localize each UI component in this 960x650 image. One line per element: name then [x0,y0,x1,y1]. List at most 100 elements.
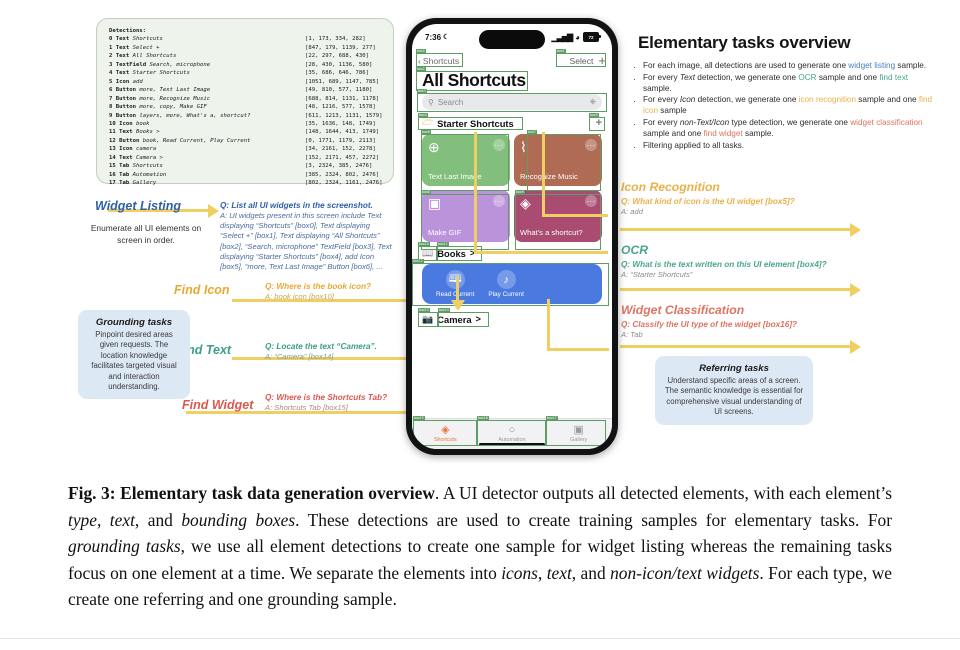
qa-question: Q: What kind of icon is the UI widget [b… [621,197,795,206]
overview-bullets: For each image, all detections are used … [633,60,933,151]
label-widget-listing: Widget Listing [95,199,181,213]
detection-row: 8 Button more, copy, Make GIF [48, 1216, … [109,104,376,111]
detection-row: 15 Tab Shortcuts [3, 2324, 385, 2476] [109,163,373,170]
qa-question: Q: Where is the Shortcuts Tab? [265,393,388,402]
figure-diagram: Detections: 0 Text Shortcuts [1, 173, 334… [0,0,960,465]
label-icon-recognition: Icon Recognition [621,180,720,194]
qa-answer: A: UI widgets present in this screen inc… [220,211,392,272]
status-time: 7:36 [425,32,442,42]
detection-row: 9 Button layers, more, What's a, shortcu… [109,112,383,119]
qa-question: Q: Classify the UI type of the widget [b… [621,320,798,329]
card-title: Referring tasks [699,363,769,374]
qa-ocr: Q: What is the text written on this UI e… [621,259,941,280]
caption-italic-type: type [68,509,97,530]
qa-question: Q: Where is the book icon? [265,282,371,291]
detection-row: 5 Icon add [1051, 689, 1147, 785] [109,78,380,85]
detections-list: 0 Text Shortcuts [1, 173, 334, 282] 1 Text… [109,35,383,187]
arrow-ocr [620,282,861,297]
caption-sep-4: , and [571,562,611,583]
overview-bullet: For every non-Text/Icon type detection, … [643,117,933,139]
detection-row: 13 Icon camera [34, 2161, 152, 2278] [109,146,376,153]
right-panel-title: Elementary tasks overview [638,33,851,52]
detections-panel: Detections: 0 Text Shortcuts [1, 173, 334… [96,18,394,187]
caption-italic-text: text [109,509,135,530]
arrow-widget-classification [620,339,861,354]
card-body: Understand specific areas of a screen. T… [664,376,804,417]
detection-row: 17 Tab Gallery [802, 2324, 1161, 2476] [109,180,383,187]
cellular-bars-icon: ▁▃▅▇ [551,32,574,42]
qa-widget-listing: Q: List all UI widgets in the screenshot… [220,200,392,272]
note-widget-listing: Enumerate all UI elements on screen in o… [90,223,202,245]
qa-answer: A: book icon [box10] [265,292,334,301]
detection-row: 1 Text Select + [847, 179, 1139, 277] [109,44,376,51]
detection-box-7 [527,129,601,191]
detection-box-12 [412,258,609,306]
qa-answer: A: add [621,207,643,216]
overview-bullet: For each image, all detections are used … [643,60,933,71]
caption-rest-1: . A UI detector outputs all detected ele… [434,483,892,503]
page-divider [0,638,960,639]
detection-box-5 [589,112,605,131]
detection-box-4 [418,112,523,130]
battery-icon: 72 [583,32,601,42]
detection-row: 16 Tab Automation [385, 2324, 802, 2476] [109,171,380,178]
qa-answer: A: “Camera” [box14] [265,352,334,361]
qa-find-text: Q: Locate the text “Camera”. A: “Camera”… [265,341,410,362]
card-title: Grounding tasks [95,317,173,328]
detection-row: 4 Text Starter Shortcuts [35, 686, 646, 7… [109,70,369,77]
caption-italic-icons: icons [501,562,538,583]
detection-box-6 [421,129,509,191]
detection-box-13 [418,307,438,327]
crescent-moon-icon: ☾ [443,34,450,41]
label-find-widget: Find Widget [182,398,254,412]
qa-answer: A: Tab [621,330,643,339]
detection-box-15 [413,415,477,446]
phone-mockup: 7:36 ☾ ▁▃▅▇ ◕ 72 ‹ Shortcuts Select + Al… [406,18,618,455]
qa-find-icon: Q: Where is the book icon? A: book icon … [265,281,410,302]
detection-row: 2 Text All Shortcuts [22, 297, 688, 430] [109,53,369,60]
arrow-icon-recognition [620,222,861,237]
caption-prefix: Fig. 3: Elementary task data generation … [68,483,435,503]
connector-widgetcls-v [547,299,550,351]
caption-italic-boxes: bounding boxes [181,509,296,530]
detection-box-0 [416,48,463,67]
overview-bullet: For every Icon detection, we generate on… [643,94,933,116]
wifi-icon: ◕ [575,32,580,42]
referring-tasks-card: Referring tasks Understand specific area… [655,356,813,425]
detections-title: Detections: [109,28,147,34]
dynamic-island [479,30,545,49]
detection-row: 3 TextField Search, microphone [28, 430, … [109,61,373,68]
detection-box-2 [416,66,528,91]
label-find-icon: Find Icon [174,283,230,297]
waveform-icon: ⌇ [520,139,527,155]
qa-widget-classification: Q: Classify the UI type of the widget [b… [621,319,941,340]
connector-iconrec-h [542,214,608,217]
detection-row: 7 Button more, Recognize Music [688, 814,… [109,95,380,102]
qa-question: Q: Locate the text “Camera”. [265,342,377,351]
detection-row: 10 Icon book [35, 1636, 148, 1749] [109,120,376,127]
qa-find-widget: Q: Where is the Shortcuts Tab? A: Shortc… [265,392,415,413]
overview-bullet: For every Text detection, we generate on… [643,72,933,94]
connector-widget-listing-v [474,132,477,254]
grounding-tasks-card: Grounding tasks Pinpoint desired areas g… [78,310,190,400]
detection-row: 14 Text Camera > [152, 2171, 457, 2272] [109,154,380,161]
figure-caption: Fig. 3: Elementary task data generation … [68,480,892,613]
caption-italic-text2: text [546,562,572,583]
qa-question: Q: What is the text written on this UI e… [621,260,827,269]
detection-box-1 [556,48,606,67]
detection-box-8 [421,189,509,250]
caption-sep-1: , [96,509,110,530]
connector-widget-listing-h [474,251,608,254]
phone-screen: 7:36 ☾ ▁▃▅▇ ◕ 72 ‹ Shortcuts Select + Al… [412,24,612,449]
caption-italic-grounding: grounding tasks [68,536,181,557]
qa-icon-recognition: Q: What kind of icon is the UI widget [b… [621,196,941,217]
detection-box-9 [515,189,601,250]
caption-sep-3: , [537,562,547,583]
caption-italic-nonicon: non-icon/text widgets [610,562,760,583]
detection-row: 12 Button book, Read Current, Play Curre… [109,137,376,144]
detection-box-3 [417,88,607,112]
detection-box-16 [477,415,546,446]
detection-box-17 [546,415,606,446]
detection-row: 11 Text Books > [148, 1644, 413, 1749] [109,129,380,136]
detection-row: 6 Button more, Text Last Image [49, 810, … [109,87,373,94]
